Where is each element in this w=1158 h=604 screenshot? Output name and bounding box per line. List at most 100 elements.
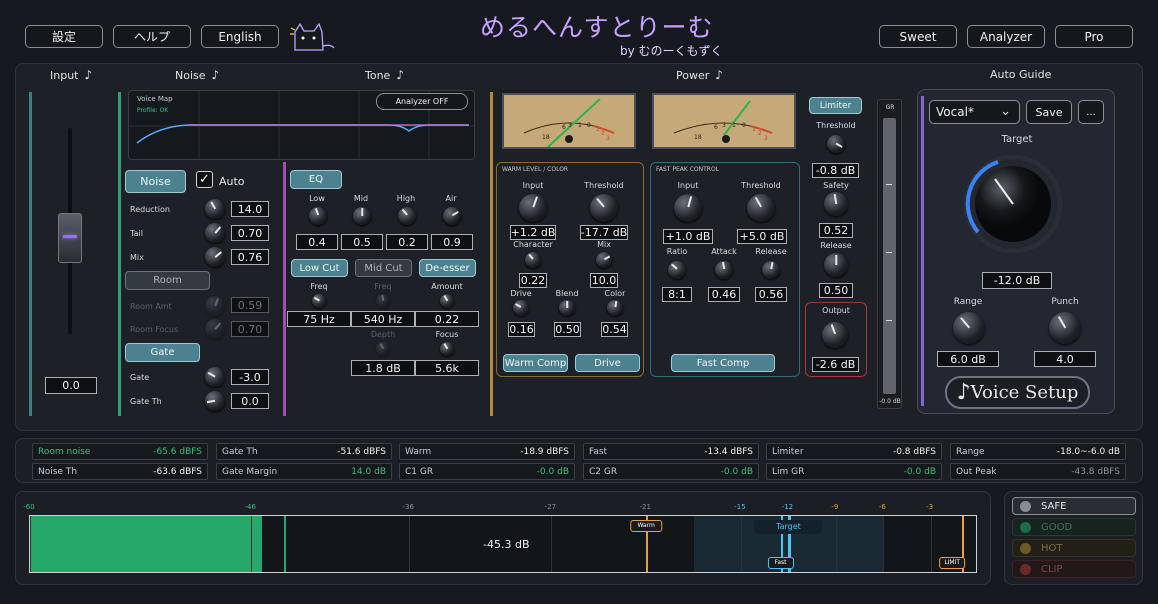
stat-range: Range -18.0~-6.0 dB [950,443,1126,460]
range-knob[interactable] [953,312,985,344]
input-fader-handle[interactable] [58,213,82,263]
fast-panel-title: FAST PEAK CONTROL [656,166,720,173]
midcut-freq-knob[interactable] [376,294,390,308]
room-amt-knob[interactable] [205,296,225,316]
fast-attack-knob[interactable] [715,261,733,279]
lowcut-freq-label: Freq [310,282,328,291]
limiter-release-label: Release [820,241,852,250]
reduction-knob[interactable] [205,199,225,219]
warm-character-label: Character [513,240,553,249]
warm-color-value: 0.54 [601,322,628,337]
limiter-release-knob[interactable] [824,253,848,277]
fast-input-label: Input [677,181,699,190]
limiter-safety-value: 0.52 [819,223,853,238]
voice-setup-button[interactable]: ♪ Voice Setup [945,376,1090,409]
deesser-focus-knob[interactable] [440,342,454,356]
language-button[interactable]: English [201,25,279,48]
more-options-button[interactable]: ... [1078,100,1104,124]
meter-tick-label: -27 [544,503,557,511]
deesser-amount-knob[interactable] [440,294,454,308]
punch-knob[interactable] [1049,312,1081,344]
midcut-freq-value: 540 Hz [351,311,415,327]
meter-gridline [409,516,411,572]
room-focus-knob[interactable] [205,319,225,339]
level-meter-fill [30,516,263,572]
mid-cut-button[interactable]: Mid Cut [355,259,412,277]
low-cut-button[interactable]: Low Cut [291,259,348,277]
room-toggle-button[interactable]: Room [125,271,210,290]
auto-checkbox[interactable]: ✓ [196,171,213,188]
warm-comp-button[interactable]: Warm Comp [503,354,568,372]
drive-button[interactable]: Drive [575,354,640,372]
chevron-down-icon: ⌄ [1000,104,1011,119]
tail-knob[interactable] [205,223,225,243]
eq-mid-value: 0.5 [341,234,383,250]
room-focus-value: 0.70 [231,321,269,337]
stat-fast: Fast -13.4 dBFS [583,443,759,460]
limiter-threshold-knob[interactable] [827,135,845,153]
fast-vu-tick: 1 [732,122,736,129]
de-esser-button[interactable]: De-esser [419,259,476,277]
warm-input-value: +1.2 dB [510,225,556,240]
midcut-freq-label: Freq [374,282,392,291]
preset-sweet-button[interactable]: Sweet [879,25,957,48]
preset-dropdown[interactable]: Vocal* ⌄ [929,100,1020,124]
warm-vu-tick: 6 [562,124,566,131]
eq-toggle-button[interactable]: EQ [290,170,342,189]
warm-marker: Warm [630,520,662,532]
warm-threshold-knob[interactable] [590,194,618,222]
warm-drive-knob[interactable] [513,300,529,316]
preset-pro-button[interactable]: Pro [1055,25,1133,48]
warm-vu-meter: 18 6 3 1 0 1 2 3 [502,93,636,149]
fast-comp-button[interactable]: Fast Comp [671,354,775,372]
warm-threshold-value: -17.7 dB [580,225,628,240]
gate-label: Gate [130,373,150,382]
warm-input-knob[interactable] [519,194,547,222]
gate-toggle-button[interactable]: Gate [125,343,200,362]
gate-th-knob[interactable] [205,391,225,411]
app-logo: めるへんすとりーむ [480,13,714,42]
warm-character-knob[interactable] [525,252,541,268]
settings-button[interactable]: 設定 [25,25,103,48]
fast-threshold-knob[interactable] [747,194,775,222]
punch-value: 4.0 [1034,351,1096,367]
meter-gridline [30,516,31,572]
status-clip: CLIP [1012,560,1136,578]
section-title-power: Power ♪ [676,68,723,82]
deesser-focus-label: Focus [435,330,459,339]
warm-drive-value: 0.16 [508,322,535,337]
warm-mix-knob[interactable] [596,252,612,268]
target-knob[interactable] [963,154,1063,254]
section-title-auto-guide: Auto Guide [990,68,1052,81]
warm-input-label: Input [522,181,544,190]
preset-analyzer-button[interactable]: Analyzer [967,25,1045,48]
fast-release-knob[interactable] [762,261,780,279]
noise-toggle-button[interactable]: Noise [125,170,186,193]
warm-color-knob[interactable] [607,300,623,316]
analyzer-toggle-button[interactable]: Analyzer OFF [376,93,468,110]
mix-knob[interactable] [205,247,225,267]
fast-ratio-knob[interactable] [668,261,686,279]
eq-mid-knob[interactable] [353,207,371,225]
fast-input-knob[interactable] [674,194,702,222]
lowcut-freq-knob[interactable] [312,294,326,308]
gate-value: -3.0 [231,369,269,385]
gate-knob[interactable] [205,367,225,387]
save-preset-button[interactable]: Save [1026,100,1072,124]
output-knob[interactable] [822,322,848,348]
help-button[interactable]: ヘルプ [113,25,191,48]
output-label: Output [822,306,850,315]
target-value: -12.0 dB [982,272,1052,289]
preset-dropdown-value: Vocal* [936,105,974,119]
level-meter: -45.3 dB Warm Target Fast LIMIT [29,515,977,573]
warm-blend-knob[interactable] [559,300,575,316]
eq-air-knob[interactable] [443,207,461,225]
deesser-depth-knob[interactable] [376,342,390,356]
eq-low-knob[interactable] [309,207,327,225]
gate-th-label: Gate Th [130,397,162,406]
eq-high-knob[interactable] [398,207,416,225]
limiter-button[interactable]: Limiter [809,97,862,114]
limiter-safety-knob[interactable] [824,192,848,216]
deesser-depth-value: 1.8 dB [351,360,415,376]
meter-gridline [930,516,932,572]
